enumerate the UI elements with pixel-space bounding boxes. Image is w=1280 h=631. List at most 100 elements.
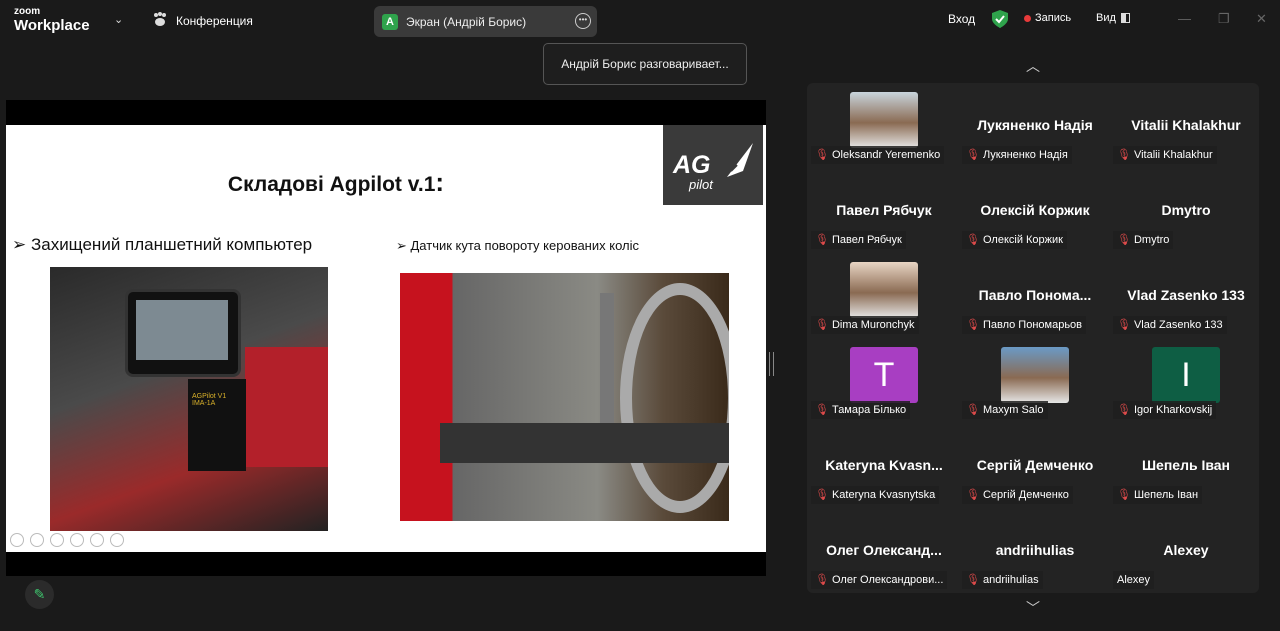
participant-name: Oleksandr Yeremenko (831, 149, 941, 161)
slide-title-colon: : (435, 167, 445, 197)
mic-muted-icon: 🎙 (815, 319, 829, 331)
mic-muted-icon: 🎙 (1117, 149, 1131, 161)
participant-tile[interactable]: Олексій Коржик 🎙 Олексій Коржик (960, 168, 1110, 253)
tablet-photo: AGPilot V1 IMA-1A (50, 267, 328, 531)
chevron-down-icon[interactable]: ⌄ (114, 13, 123, 26)
participant-name-label: 🎙 Vlad Zasenko 133 (1113, 316, 1227, 334)
participant-tile[interactable]: Kateryna Kvasn... 🎙 Kateryna Kvasnytska (809, 423, 959, 508)
participant-tile[interactable]: Vitalii Khalakhur 🎙 Vitalii Khalakhur (1111, 83, 1261, 168)
more-icon[interactable]: ••• (575, 13, 591, 29)
participant-name: Vlad Zasenko 133 (1133, 319, 1223, 331)
participant-tile[interactable]: 🎙 Maxym Salo (960, 338, 1110, 423)
participant-tile[interactable]: Олег Олександ... 🎙 Олег Олександрови... (809, 508, 959, 593)
zoom-logo: zoom Workplace (14, 7, 90, 34)
participant-name-label: 🎙 Павел Рябчук (811, 231, 906, 249)
mic-muted-icon: 🎙 (966, 319, 980, 331)
participant-name-label: 🎙 Maxym Salo (962, 401, 1048, 419)
avatar: I (1152, 347, 1220, 403)
maximize-icon[interactable]: ❐ (1218, 11, 1230, 27)
participant-tile[interactable]: Павел Рябчук 🎙 Павел Рябчук (809, 168, 959, 253)
red-panel (245, 347, 328, 467)
participant-name-label: 🎙 Igor Kharkovskij (1113, 401, 1217, 419)
participant-display-name: Alexey (1163, 542, 1209, 558)
screen-share-tab[interactable]: A Экран (Андрій Борис) ••• (374, 6, 597, 37)
participant-name: Dmytro (1133, 234, 1170, 246)
participant-tile[interactable]: Alexey Alexey (1111, 508, 1261, 593)
resize-handle[interactable] (769, 352, 774, 376)
participant-tile[interactable]: Лукяненко Надія 🎙 Лукяненко Надія (960, 83, 1110, 168)
avatar (1001, 347, 1069, 403)
participant-tile[interactable]: I 🎙 Igor Kharkovskij (1111, 338, 1261, 423)
participant-display-name: Dmytro (1161, 202, 1211, 218)
prev-slide-icon[interactable] (10, 533, 24, 547)
participant-name: Dima Muronchyk (831, 319, 915, 331)
record-indicator[interactable]: Запись (1024, 12, 1071, 24)
agpilot-logo: AG pilot (663, 125, 763, 205)
participant-tile[interactable]: Шепель Іван 🎙 Шепель Іван (1111, 423, 1261, 508)
participant-tile[interactable]: Павло Пономa... 🎙 Павло Пономарьов (960, 253, 1110, 338)
participant-tile[interactable]: 🎙 Dima Muronchyk (809, 253, 959, 338)
mic-muted-icon: 🎙 (966, 489, 980, 501)
slide-title: Складові Agpilot v.1: (6, 167, 666, 198)
shield-icon[interactable] (992, 10, 1008, 28)
presentation-slide: Складові Agpilot v.1: AG pilot ➢ Захищен… (6, 125, 766, 552)
participant-name: Павло Пономарьов (982, 319, 1083, 331)
participant-name: Alexey (1117, 574, 1151, 586)
zoom-icon[interactable] (90, 533, 104, 547)
participant-tile[interactable]: 🎙 Oleksandr Yeremenko (809, 83, 959, 168)
participant-name: Тамара Білько (831, 404, 907, 416)
participant-name-label: 🎙 Лукяненко Надія (962, 146, 1072, 164)
scroll-down-icon[interactable]: ﹀ (1020, 598, 1046, 618)
participant-name: Шепель Іван (1133, 489, 1199, 501)
mic-muted-icon: 🎙 (815, 574, 829, 586)
pen-icon[interactable] (50, 533, 64, 547)
signin-link[interactable]: Вход (948, 12, 975, 26)
participant-name-label: Alexey (1113, 571, 1155, 589)
rocket-icon (727, 143, 753, 177)
participant-tile[interactable]: andriihulias 🎙 andriihulias (960, 508, 1110, 593)
participant-name-label: 🎙 Vitalii Khalakhur (1113, 146, 1217, 164)
participant-name: Олег Олександрови... (831, 574, 944, 586)
participant-name-label: 🎙 andriihulias (962, 571, 1043, 589)
participant-name-label: 🎙 Dmytro (1113, 231, 1174, 249)
scroll-up-icon[interactable]: ︿ (1020, 56, 1046, 76)
participant-name-label: 🎙 Олег Олександрови... (811, 571, 948, 589)
participant-tile[interactable]: T 🎙 Тамара Білько (809, 338, 959, 423)
mic-muted-icon: 🎙 (815, 404, 829, 416)
avatar (850, 92, 918, 148)
participant-name: Сергій Демченко (982, 489, 1069, 501)
participant-name-label: 🎙 Oleksandr Yeremenko (811, 146, 945, 164)
participant-tile[interactable]: Dmytro 🎙 Dmytro (1111, 168, 1261, 253)
participant-display-name: Vlad Zasenko 133 (1127, 287, 1245, 303)
participant-tile[interactable]: Сергій Демченко 🎙 Сергій Демченко (960, 423, 1110, 508)
bullet-tablet: ➢ Захищений планшетний компьютер (12, 235, 313, 254)
view-button[interactable]: Вид (1096, 12, 1130, 24)
close-icon[interactable]: ✕ (1256, 11, 1267, 27)
conference-button[interactable]: Конференция (152, 12, 253, 29)
participant-display-name: Олексій Коржик (980, 202, 1090, 218)
participant-display-name: Олег Олександ... (826, 542, 942, 558)
participant-gallery: 🎙 Oleksandr Yeremenko Лукяненко Надія 🎙 Лукя… (807, 83, 1259, 593)
mic-muted-icon: 🎙 (966, 234, 980, 246)
participant-tile[interactable]: Vlad Zasenko 133 🎙 Vlad Zasenko 133 (1111, 253, 1261, 338)
participant-name: Igor Kharkovskij (1133, 404, 1213, 416)
avatar: A (382, 13, 398, 30)
participant-display-name: andriihulias (995, 542, 1075, 558)
paw-icon (152, 12, 168, 29)
device-box: AGPilot V1 IMA-1A (188, 379, 246, 471)
grid-icon (1120, 13, 1130, 23)
participant-display-name: Vitalii Khalakhur (1131, 117, 1241, 133)
minimize-icon[interactable]: — (1178, 11, 1191, 26)
mic-muted-icon: 🎙 (1117, 319, 1131, 331)
annotate-pen-icon[interactable]: ✎ (25, 580, 54, 609)
pointer-icon[interactable] (30, 533, 44, 547)
mic-muted-icon: 🎙 (1117, 234, 1131, 246)
mic-muted-icon: 🎙 (1117, 404, 1131, 416)
record-dot-icon (1024, 14, 1031, 22)
slides-icon[interactable] (70, 533, 84, 547)
participant-name-label: 🎙 Тамара Білько (811, 401, 911, 419)
participant-name: Maxym Salo (982, 404, 1044, 416)
mic-muted-icon: 🎙 (966, 149, 980, 161)
more-options-icon[interactable] (110, 533, 124, 547)
participant-name: Vitalii Khalakhur (1133, 149, 1213, 161)
